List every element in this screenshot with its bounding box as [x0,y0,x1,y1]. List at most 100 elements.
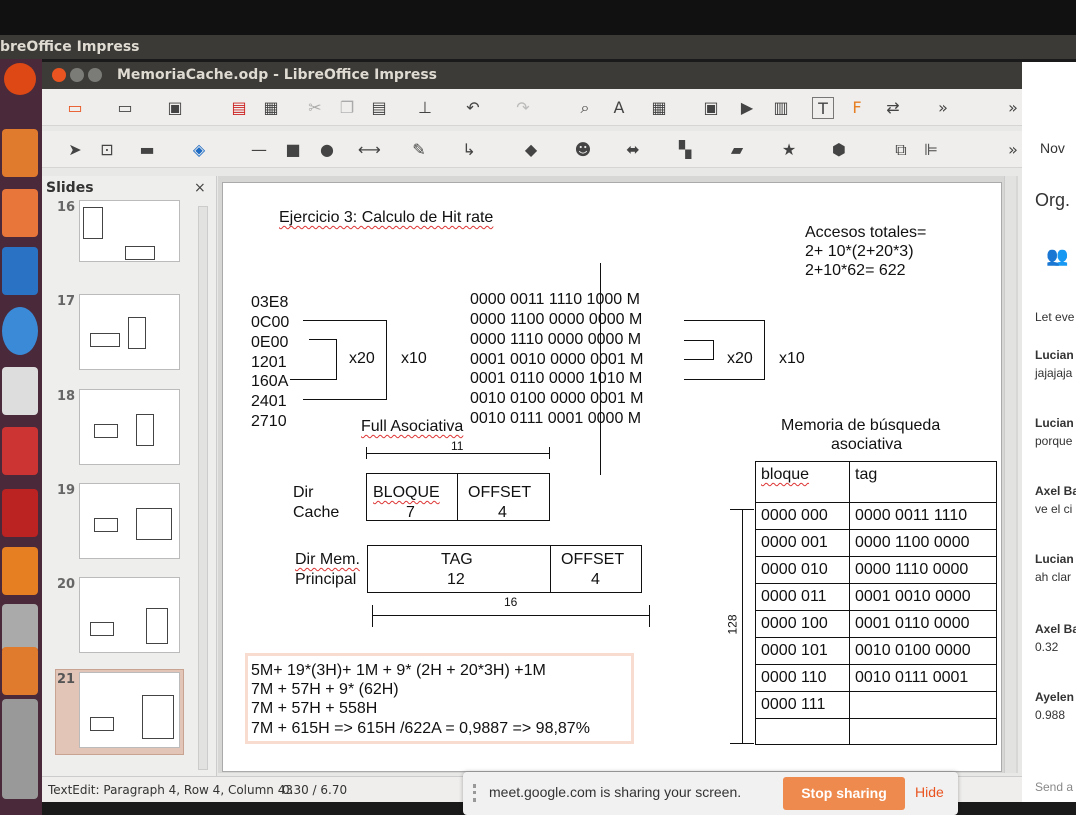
loop-line [303,399,387,400]
impress-icon[interactable] [2,647,38,695]
curve-icon[interactable]: ✎ [408,139,430,161]
callouts-icon[interactable]: ▰ [726,139,748,161]
hide-button[interactable]: Hide [915,784,944,800]
loop-line [684,320,765,321]
zoom-icon[interactable]: ⊡ [96,139,118,161]
undo-icon[interactable]: ↶ [462,97,484,119]
table-cell: 0000 111 [761,696,826,713]
save-icon[interactable]: ▣ [164,97,186,119]
files-icon[interactable] [2,129,38,177]
slide-thumbnail-20[interactable] [79,577,180,653]
position-text: 0.30 / 6.70 [282,783,348,797]
hex-address: 2710 [251,413,287,430]
window-title: MemoriaCache.odp - LibreOffice Impress [117,67,438,83]
textbox-icon[interactable]: T [812,97,834,119]
slide-thumbnail-17[interactable] [79,294,180,370]
symbol-shapes-icon[interactable]: ☻ [572,139,594,161]
copy-icon[interactable]: ❐ [336,97,358,119]
slide-number: 16 [57,200,76,215]
offset-label-mem: OFFSET [561,551,625,568]
disk-icon[interactable] [2,604,38,652]
chromium-icon[interactable] [2,307,38,355]
dir-cache-label-2: Cache [293,504,340,521]
nov-tab[interactable]: Nov [1040,140,1065,156]
spelling-icon[interactable]: A [608,97,630,119]
maximize-window-icon[interactable] [88,68,102,82]
recorder-icon[interactable] [2,547,38,595]
ubuntu-icon[interactable] [4,63,36,95]
line-icon[interactable]: — [248,139,270,161]
clone-icon[interactable]: ⊥ [414,97,436,119]
table-cell: 0000 001 [761,534,828,551]
slide-thumbnail-19[interactable] [79,483,180,559]
fill-color-icon[interactable]: ◈ [188,139,210,161]
connector-icon[interactable]: ↳ [458,139,480,161]
slide-thumbnail-21[interactable] [79,672,180,748]
redo-icon[interactable]: ↷ [512,97,534,119]
hex-address: 1201 [251,354,287,371]
shadow-icon[interactable]: ⧉ [890,139,912,161]
select-icon[interactable]: ➤ [64,139,86,161]
chat-name: Lucian [1035,416,1074,430]
people-icon[interactable]: 👥 [1046,246,1068,267]
print-icon[interactable]: ▦ [260,97,282,119]
more-icon-3[interactable]: » [1002,139,1024,161]
table-header: tag [855,466,878,483]
slide-canvas: Ejercicio 3: Calculo de Hit rate Accesos… [218,176,1018,773]
slide[interactable]: Ejercicio 3: Calculo de Hit rate Accesos… [222,182,1002,772]
slide-thumbnail-18[interactable] [79,389,180,465]
minimize-window-icon[interactable] [70,68,84,82]
send-message-input[interactable]: Send a [1035,780,1073,794]
browser-side-panel: Nov Org. 👥 Let eve Lucian jajajaja Lucia… [1022,62,1076,802]
3d-objects-icon[interactable]: ⬢ [828,139,850,161]
dir-mem-label-1: Dir Mem. [295,551,360,568]
link-icon[interactable]: ⇄ [882,97,904,119]
table-cell: 0000 1110 0000 [855,561,969,578]
loop-line [713,340,714,360]
media-icon[interactable]: ▶ [736,97,758,119]
cut-icon[interactable]: ✂ [304,97,326,119]
export-pdf-icon[interactable]: ▤ [228,97,250,119]
presentation-icon[interactable]: ▭ [64,97,86,119]
slide-thumbnail-16[interactable] [79,200,180,262]
tool-icon[interactable] [2,427,38,475]
block-arrows-icon[interactable]: ⬌ [622,139,644,161]
writer-icon[interactable] [2,247,38,295]
drag-handle-icon[interactable] [473,784,476,802]
full-asociativa-label: Full Asociativa [361,418,464,435]
loop-line [290,379,337,380]
flowchart-icon[interactable]: ▚ [674,139,696,161]
sharing-text: meet.google.com is sharing your screen. [489,784,742,800]
texmaker-icon[interactable] [2,367,38,415]
close-panel-icon[interactable]: × [194,180,206,196]
fontwork-icon[interactable]: F [846,97,868,119]
dimension-icon[interactable]: ⟷ [358,139,381,161]
paste-icon[interactable]: ▤ [368,97,390,119]
find-icon[interactable]: ⌕ [574,97,596,119]
offset-value: 4 [498,504,507,521]
close-window-icon[interactable] [52,68,66,82]
workspace-icon[interactable] [2,699,38,799]
dir-mem-divider [550,545,551,593]
rectangle-icon[interactable]: ■ [282,139,304,161]
slides-scrollbar[interactable] [198,206,208,770]
slide-number: 21 [57,672,76,687]
vertical-scrollbar[interactable] [1004,176,1016,773]
more-icon-2[interactable]: » [1002,97,1024,119]
stars-icon[interactable]: ★ [778,139,800,161]
microphone-icon[interactable] [2,489,38,537]
software-center-icon[interactable] [2,189,38,237]
ellipse-icon[interactable]: ● [316,139,338,161]
slides-panel-title: Slides [46,180,94,196]
image-icon[interactable]: ▣ [700,97,722,119]
slide-title: Ejercicio 3: Calculo de Hit rate [279,209,494,226]
open-icon[interactable]: ▭ [114,97,136,119]
table-icon[interactable]: ▦ [648,97,670,119]
more-icon[interactable]: » [932,97,954,119]
align-icon[interactable]: ⊫ [920,139,942,161]
chart-icon[interactable]: ▥ [770,97,792,119]
basic-shapes-icon[interactable]: ◆ [520,139,542,161]
tag-label: TAG [441,551,473,568]
stop-sharing-button[interactable]: Stop sharing [783,777,905,810]
line-color-icon[interactable]: ▬ [136,139,158,161]
